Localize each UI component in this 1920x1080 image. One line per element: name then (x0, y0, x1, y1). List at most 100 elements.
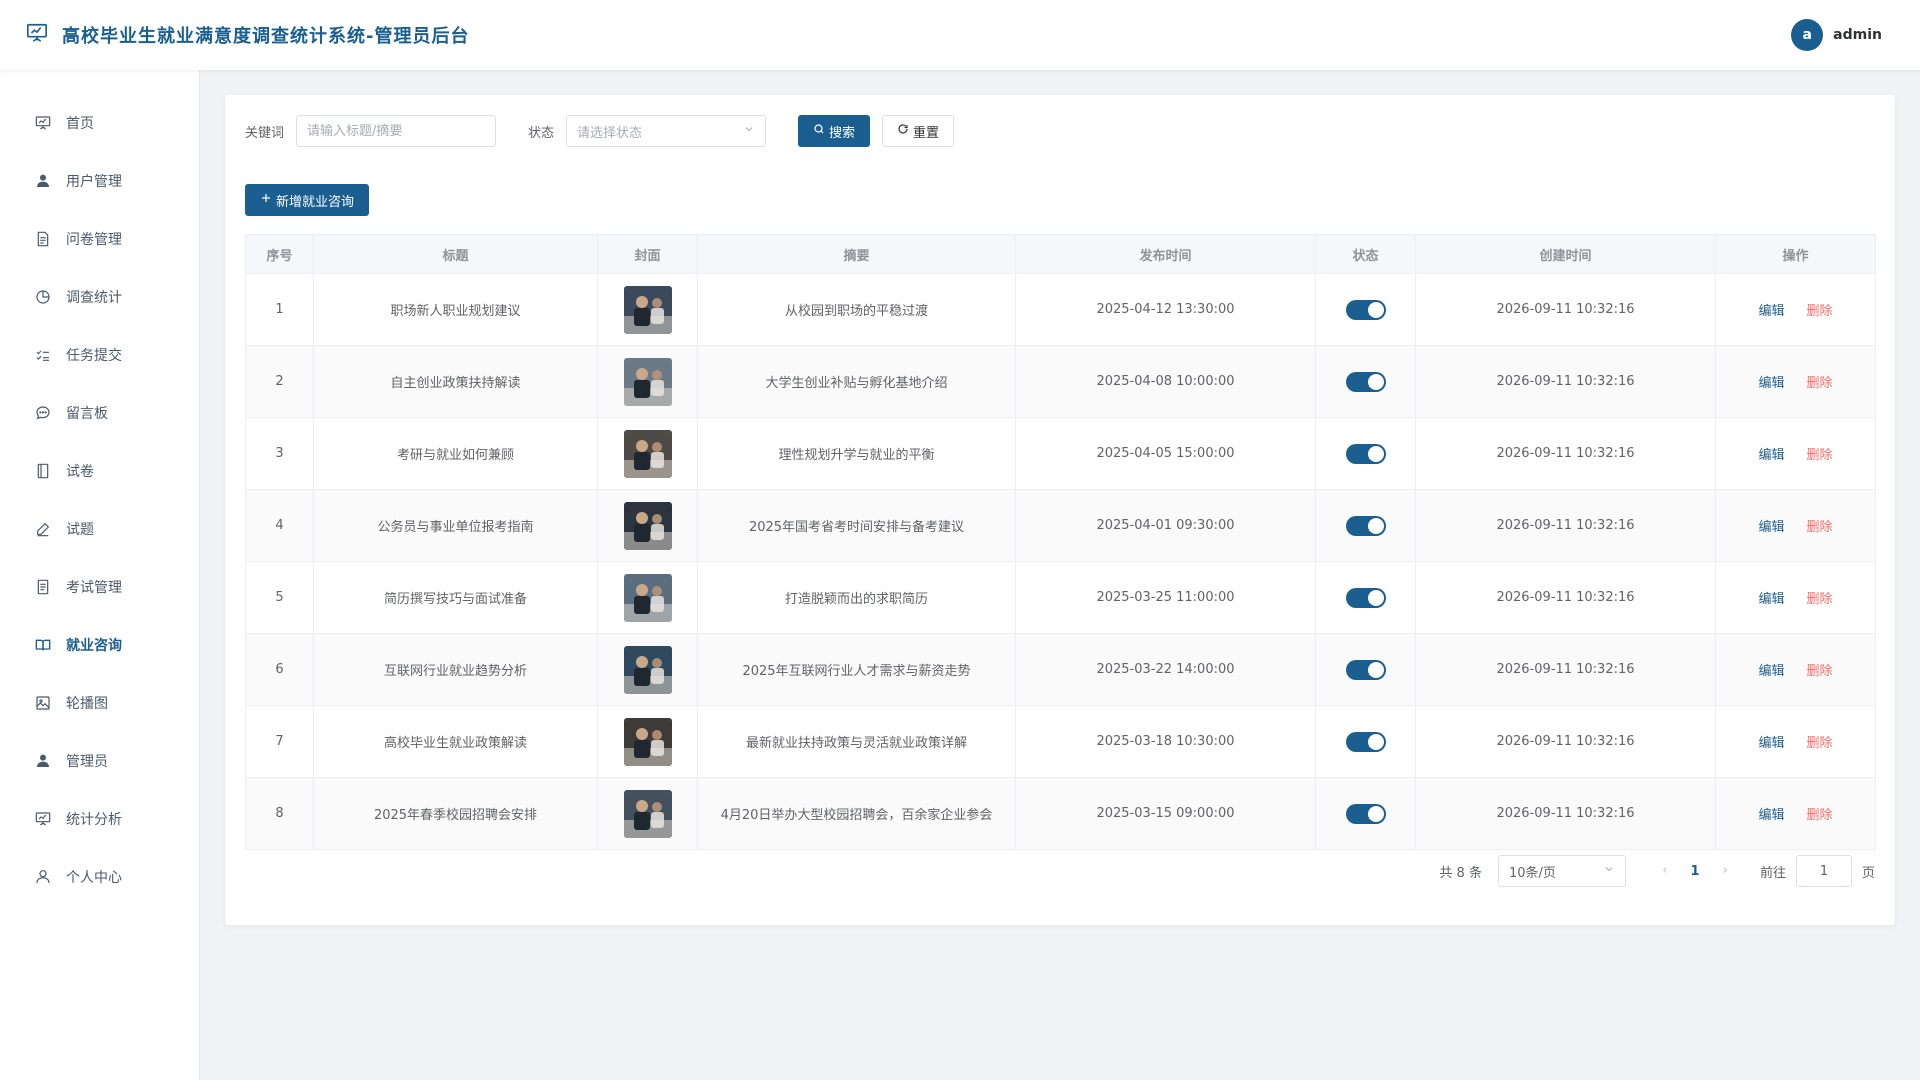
person-icon (34, 868, 52, 886)
edit-button[interactable]: 编辑 (1758, 664, 1784, 679)
prev-page-button[interactable] (1650, 864, 1680, 879)
table-row: 3 考研与就业如何兼顾 理性规划升学与就业的平衡 2025-04-05 15:00:0… (245, 417, 1876, 490)
cell-title: 公务员与事业单位报考指南 (313, 489, 598, 562)
sidebar-item-survey-stats[interactable]: 调查统计 (0, 268, 199, 326)
edit-button[interactable]: 编辑 (1758, 520, 1784, 535)
cell-created-time: 2026-09-11 10:32:16 (1415, 273, 1716, 346)
total-count: 共 8 条 (1439, 865, 1482, 881)
cell-title: 2025年春季校园招聘会安排 (313, 777, 598, 850)
table-header-row: 序号 标题 封面 摘要 发布时间 状态 创建时间 操作 (245, 234, 1876, 274)
admin-user-icon (34, 752, 52, 770)
cell-status (1315, 561, 1416, 634)
status-toggle[interactable] (1345, 299, 1386, 320)
edit-button[interactable]: 编辑 (1758, 448, 1784, 463)
app-title: 高校毕业生就业满意度调查统计系统-管理员后台 (62, 26, 470, 47)
cover-thumbnail[interactable] (623, 645, 672, 694)
sidebar-item-users[interactable]: 用户管理 (0, 152, 199, 210)
delete-button[interactable]: 删除 (1807, 664, 1833, 679)
delete-button[interactable]: 删除 (1807, 808, 1833, 823)
cell-index: 7 (245, 705, 314, 778)
cell-index: 3 (245, 417, 314, 490)
edit-button[interactable]: 编辑 (1758, 304, 1784, 319)
edit-button[interactable]: 编辑 (1758, 592, 1784, 607)
user-menu[interactable]: a admin (1791, 19, 1882, 51)
cell-publish-time: 2025-04-05 15:00:00 (1015, 417, 1316, 490)
sidebar-item-statistics[interactable]: 统计分析 (0, 790, 199, 848)
sidebar-item-carousel[interactable]: 轮播图 (0, 674, 199, 732)
table-row: 2 自主创业政策扶持解读 大学生创业补贴与孵化基地介绍 2025-04-08 10:0… (245, 345, 1876, 418)
edit-button[interactable]: 编辑 (1758, 736, 1784, 751)
cell-summary: 理性规划升学与就业的平衡 (697, 417, 1016, 490)
page-number-current[interactable]: 1 (1680, 864, 1710, 879)
column-header-status: 状态 (1315, 234, 1416, 274)
data-board-icon (34, 810, 52, 828)
search-button[interactable]: 搜索 (798, 115, 871, 147)
add-consulting-button[interactable]: 新增就业咨询 (245, 184, 370, 216)
cell-publish-time: 2025-04-01 09:30:00 (1015, 489, 1316, 562)
sidebar-item-message-board[interactable]: 留言板 (0, 384, 199, 442)
sidebar-item-questionnaires[interactable]: 问卷管理 (0, 210, 199, 268)
edit-button[interactable]: 编辑 (1758, 808, 1784, 823)
delete-button[interactable]: 删除 (1807, 376, 1833, 391)
sidebar-item-home[interactable]: 首页 (0, 94, 199, 152)
sidebar-item-questions[interactable]: 试题 (0, 500, 199, 558)
delete-button[interactable]: 删除 (1807, 448, 1833, 463)
delete-button[interactable]: 删除 (1807, 304, 1833, 319)
keyword-input[interactable] (296, 115, 497, 147)
cover-thumbnail[interactable] (623, 357, 672, 406)
cell-status (1315, 345, 1416, 418)
cell-actions: 编辑 删除 (1715, 561, 1876, 634)
username[interactable]: admin (1833, 27, 1882, 43)
status-toggle[interactable] (1345, 443, 1386, 464)
next-page-button[interactable] (1710, 864, 1740, 879)
table-row: 4 公务员与事业单位报考指南 2025年国考省考时间安排与备考建议 2025-04-0… (245, 489, 1876, 562)
chevron-left-icon (1663, 866, 1667, 873)
cover-thumbnail[interactable] (623, 789, 672, 838)
sidebar-item-task-submit[interactable]: 任务提交 (0, 326, 199, 384)
column-header-index: 序号 (245, 234, 314, 274)
cover-thumbnail[interactable] (623, 285, 672, 334)
sidebar-item-label: 调查统计 (66, 290, 122, 306)
edit-pen-icon (34, 520, 52, 538)
sidebar-item-career-consulting[interactable]: 就业咨询 (0, 616, 199, 674)
column-header-publish-time: 发布时间 (1015, 234, 1316, 274)
avatar[interactable]: a (1791, 19, 1824, 51)
sidebar-item-label: 留言板 (66, 406, 108, 422)
cell-created-time: 2026-09-11 10:32:16 (1415, 489, 1716, 562)
status-toggle[interactable] (1345, 803, 1386, 824)
status-select[interactable]: 请选择状态 (566, 115, 767, 147)
edit-button[interactable]: 编辑 (1758, 376, 1784, 391)
status-toggle[interactable] (1345, 659, 1386, 680)
delete-button[interactable]: 删除 (1807, 520, 1833, 535)
sidebar-item-label: 轮播图 (66, 696, 108, 712)
status-toggle[interactable] (1345, 371, 1386, 392)
sidebar-item-administrators[interactable]: 管理员 (0, 732, 199, 790)
page-size-select[interactable]: 10条/页 (1497, 855, 1626, 887)
cell-index: 1 (245, 273, 314, 346)
sidebar-item-exam-papers[interactable]: 试卷 (0, 442, 199, 500)
cell-summary: 4月20日举办大型校园招聘会，百余家企业参会 (697, 777, 1016, 850)
cover-thumbnail[interactable] (623, 501, 672, 550)
table-body: 1 职场新人职业规划建议 从校园到职场的平稳过渡 2025-04-12 13:30:0… (245, 273, 1876, 850)
sidebar-item-exam-management[interactable]: 考试管理 (0, 558, 199, 616)
cell-publish-time: 2025-04-12 13:30:00 (1015, 273, 1316, 346)
status-toggle[interactable] (1345, 515, 1386, 536)
sidebar-item-profile[interactable]: 个人中心 (0, 848, 199, 906)
cover-thumbnail[interactable] (623, 717, 672, 766)
delete-button[interactable]: 删除 (1807, 592, 1833, 607)
cover-thumbnail[interactable] (623, 429, 672, 478)
checklist-icon (34, 346, 52, 364)
status-toggle[interactable] (1345, 731, 1386, 752)
cover-thumbnail[interactable] (623, 573, 672, 622)
cell-cover (597, 345, 698, 418)
delete-button[interactable]: 删除 (1807, 736, 1833, 751)
cell-status (1315, 777, 1416, 850)
column-header-cover: 封面 (597, 234, 698, 274)
cell-title: 简历撰写技巧与面试准备 (313, 561, 598, 634)
reset-button[interactable]: 重置 (882, 115, 955, 147)
add-consulting-button-label: 新增就业咨询 (276, 194, 355, 210)
sidebar-item-label: 问卷管理 (66, 232, 122, 248)
goto-page-input[interactable] (1795, 855, 1852, 887)
cell-created-time: 2026-09-11 10:32:16 (1415, 417, 1716, 490)
status-toggle[interactable] (1345, 587, 1386, 608)
